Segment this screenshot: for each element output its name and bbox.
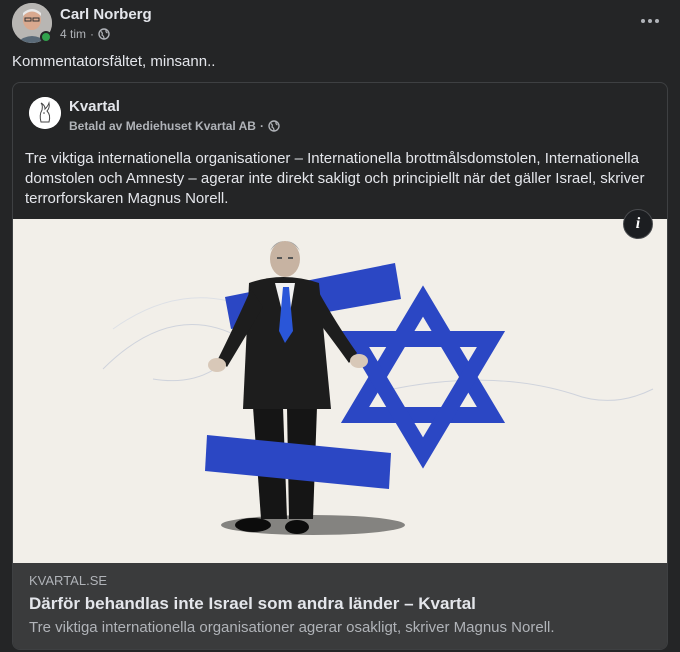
kvartal-logo[interactable]	[29, 97, 61, 129]
link-title[interactable]: Därför behandlas inte Israel som andra l…	[29, 594, 476, 614]
globe-icon	[98, 28, 110, 40]
ad-info-button[interactable]: i	[623, 209, 653, 239]
post-text: Kommentatorsfältet, minsann..	[12, 53, 216, 70]
author-name[interactable]: Carl Norberg	[60, 6, 152, 23]
info-icon: i	[635, 215, 641, 232]
sponsored-post-card: Kvartal Betald av Mediehuset Kvartal AB …	[12, 82, 668, 650]
post-time[interactable]: 4 tim	[60, 27, 86, 41]
more-options-button[interactable]	[634, 8, 666, 34]
globe-icon	[268, 120, 280, 132]
page-name[interactable]: Kvartal	[69, 98, 120, 115]
ad-body-text: Tre viktiga internationella organisation…	[25, 150, 645, 207]
link-preview[interactable]: KVARTAL.SE Därför behandlas inte Israel …	[13, 563, 667, 649]
sponsor-line: Betald av Mediehuset Kvartal AB ·	[69, 119, 280, 133]
ad-image[interactable]	[13, 219, 667, 563]
link-description: Tre viktiga internationella organisation…	[29, 619, 555, 636]
post-meta: 4 tim ·	[60, 27, 110, 41]
sponsor-label: Betald av Mediehuset Kvartal AB	[69, 119, 256, 133]
link-domain: KVARTAL.SE	[29, 573, 108, 588]
feed-post: Carl Norberg 4 tim · Kommentatorsfältet,…	[0, 0, 680, 652]
online-status-indicator	[40, 31, 52, 43]
more-horizontal-icon	[641, 19, 645, 23]
